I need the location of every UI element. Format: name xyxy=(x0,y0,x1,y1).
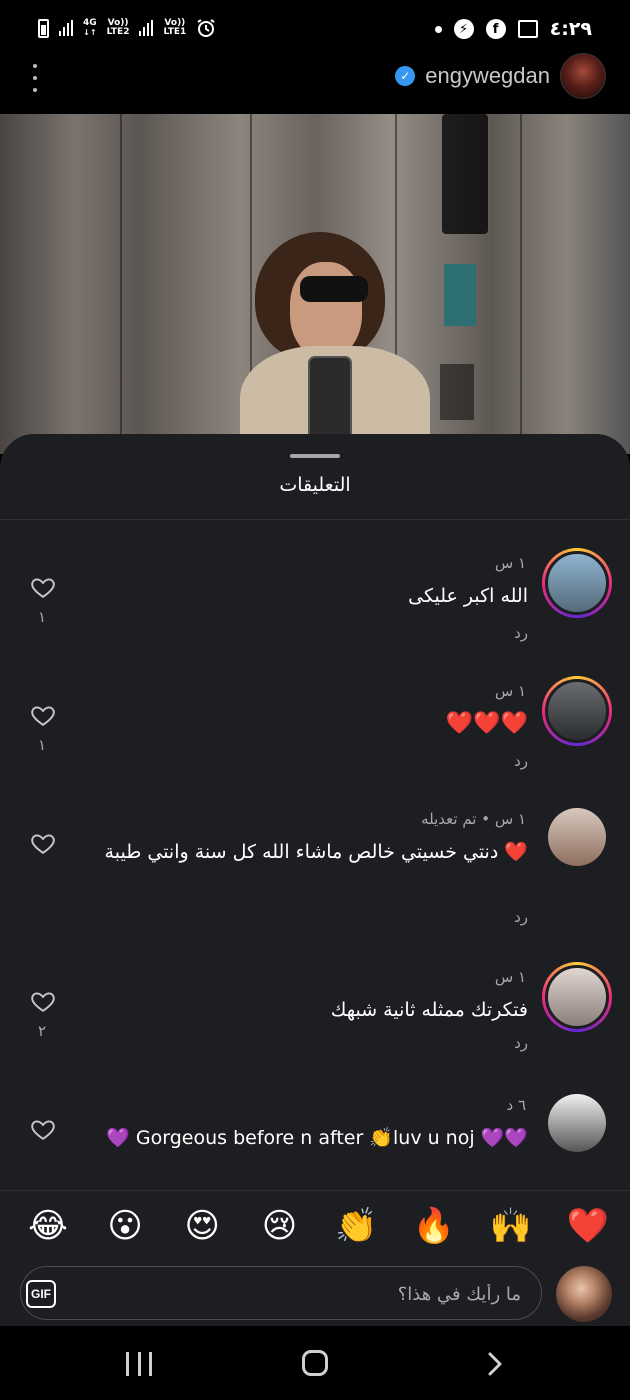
comment-text: فتكرتك ممثله ثانية شبهك xyxy=(330,999,528,1021)
like-heart-icon[interactable] xyxy=(30,830,56,856)
reaction-laughing-emoji[interactable]: 😂 xyxy=(26,1204,70,1248)
battery-icon xyxy=(38,18,49,38)
post-header: ✓ engywegdan xyxy=(0,44,630,114)
comment-item: ١ س الله اكبر عليكى رد ١ xyxy=(0,548,630,658)
reaction-heart-emoji[interactable]: ❤️ xyxy=(566,1204,610,1248)
signal-icon xyxy=(139,20,154,36)
comment-item: ١ س • تم تعديله دنتي خسيتي خالص ماشاء ال… xyxy=(0,804,630,944)
comment-time: ١ س xyxy=(494,554,526,572)
reaction-surprised-emoji[interactable]: 😮 xyxy=(103,1204,147,1248)
back-chevron-icon[interactable] xyxy=(480,1350,508,1378)
status-left: 4G ↓↑ Vo)) LTE2 Vo)) LTE1 xyxy=(38,18,216,38)
home-icon[interactable] xyxy=(302,1350,328,1376)
commenter-avatar[interactable] xyxy=(542,676,612,746)
network-4g-label: 4G ↓↑ xyxy=(83,18,97,38)
divider xyxy=(0,519,630,520)
post-photo[interactable] xyxy=(0,114,630,454)
status-right: ⚡ f ٤:٢٩ xyxy=(434,18,592,40)
like-heart-icon[interactable] xyxy=(30,988,56,1014)
reply-button[interactable]: رد xyxy=(514,1034,528,1052)
commenter-avatar[interactable] xyxy=(548,808,606,866)
commenter-avatar[interactable] xyxy=(542,962,612,1032)
dot-icon xyxy=(434,25,442,33)
comment-time: ١ س xyxy=(494,968,526,986)
comment-item: ١ س ❤️❤️❤️ رد ١ xyxy=(0,676,630,786)
comment-time: ٦ د xyxy=(506,1096,526,1114)
author-avatar[interactable] xyxy=(560,53,606,99)
my-avatar xyxy=(556,1266,612,1322)
reaction-heart-eyes-emoji[interactable]: 😍 xyxy=(180,1204,224,1248)
reaction-crying-emoji[interactable]: 😢 xyxy=(257,1204,301,1248)
comment-text: ❤️❤️❤️ xyxy=(445,711,528,736)
reaction-raised-hands-emoji[interactable]: 🙌 xyxy=(489,1204,533,1248)
volte-2-label: Vo)) LTE1 xyxy=(163,18,187,37)
like-count: ١ xyxy=(38,608,47,626)
system-nav-bar xyxy=(0,1326,630,1400)
comment-text: الله اكبر عليكى xyxy=(408,585,528,607)
gallery-icon xyxy=(517,20,538,38)
commenter-avatar[interactable] xyxy=(548,1094,606,1152)
reply-button[interactable]: رد xyxy=(514,624,528,642)
author-username[interactable]: engywegdan xyxy=(425,63,550,89)
like-heart-icon[interactable] xyxy=(30,574,56,600)
verified-badge-icon: ✓ xyxy=(395,66,416,86)
comment-composer: GIF xyxy=(20,1266,542,1320)
comment-item: ١ س فتكرتك ممثله ثانية شبهك رد ٢ xyxy=(0,962,630,1072)
sheet-title: التعليقات xyxy=(279,474,351,496)
facebook-icon: f xyxy=(485,19,506,39)
volte-1-label: Vo)) LTE2 xyxy=(106,18,130,37)
post-author[interactable]: ✓ engywegdan xyxy=(395,53,606,99)
comment-time: ١ س xyxy=(494,682,526,700)
gif-button[interactable]: GIF xyxy=(26,1280,56,1308)
alarm-icon xyxy=(197,19,215,37)
commenter-avatar[interactable] xyxy=(542,548,612,618)
comment-item: ٦ د 💜💜 Gorgeous before n after 👏luv u no… xyxy=(0,1090,630,1186)
messenger-icon: ⚡ xyxy=(453,19,474,39)
recent-apps-icon[interactable] xyxy=(126,1352,152,1376)
reaction-fire-emoji[interactable]: 🔥 xyxy=(412,1204,456,1248)
comment-text: دنتي خسيتي خالص ماشاء الله كل سنة وانتي … xyxy=(104,841,528,863)
like-count: ١ xyxy=(38,736,47,754)
reaction-clap-emoji[interactable]: 👏 xyxy=(335,1204,379,1248)
comment-input[interactable] xyxy=(101,1277,521,1311)
like-heart-icon[interactable] xyxy=(30,1116,56,1142)
more-options-icon[interactable] xyxy=(30,64,40,92)
quick-reactions-bar: 😂 😮 😍 😢 👏 🔥 🙌 ❤️ xyxy=(26,1204,610,1248)
divider xyxy=(0,1190,630,1191)
like-heart-icon[interactable] xyxy=(30,702,56,728)
sheet-grabber[interactable] xyxy=(290,454,340,458)
reply-button[interactable]: رد xyxy=(514,908,528,926)
like-count: ٢ xyxy=(38,1022,47,1040)
status-time: ٤:٢٩ xyxy=(549,18,592,40)
comment-text: 💜💜 Gorgeous before n after 👏luv u noj 💜 xyxy=(106,1127,528,1149)
reply-button[interactable]: رد xyxy=(514,752,528,770)
signal-icon xyxy=(59,20,73,36)
comment-time: ١ س • تم تعديله xyxy=(421,810,526,828)
